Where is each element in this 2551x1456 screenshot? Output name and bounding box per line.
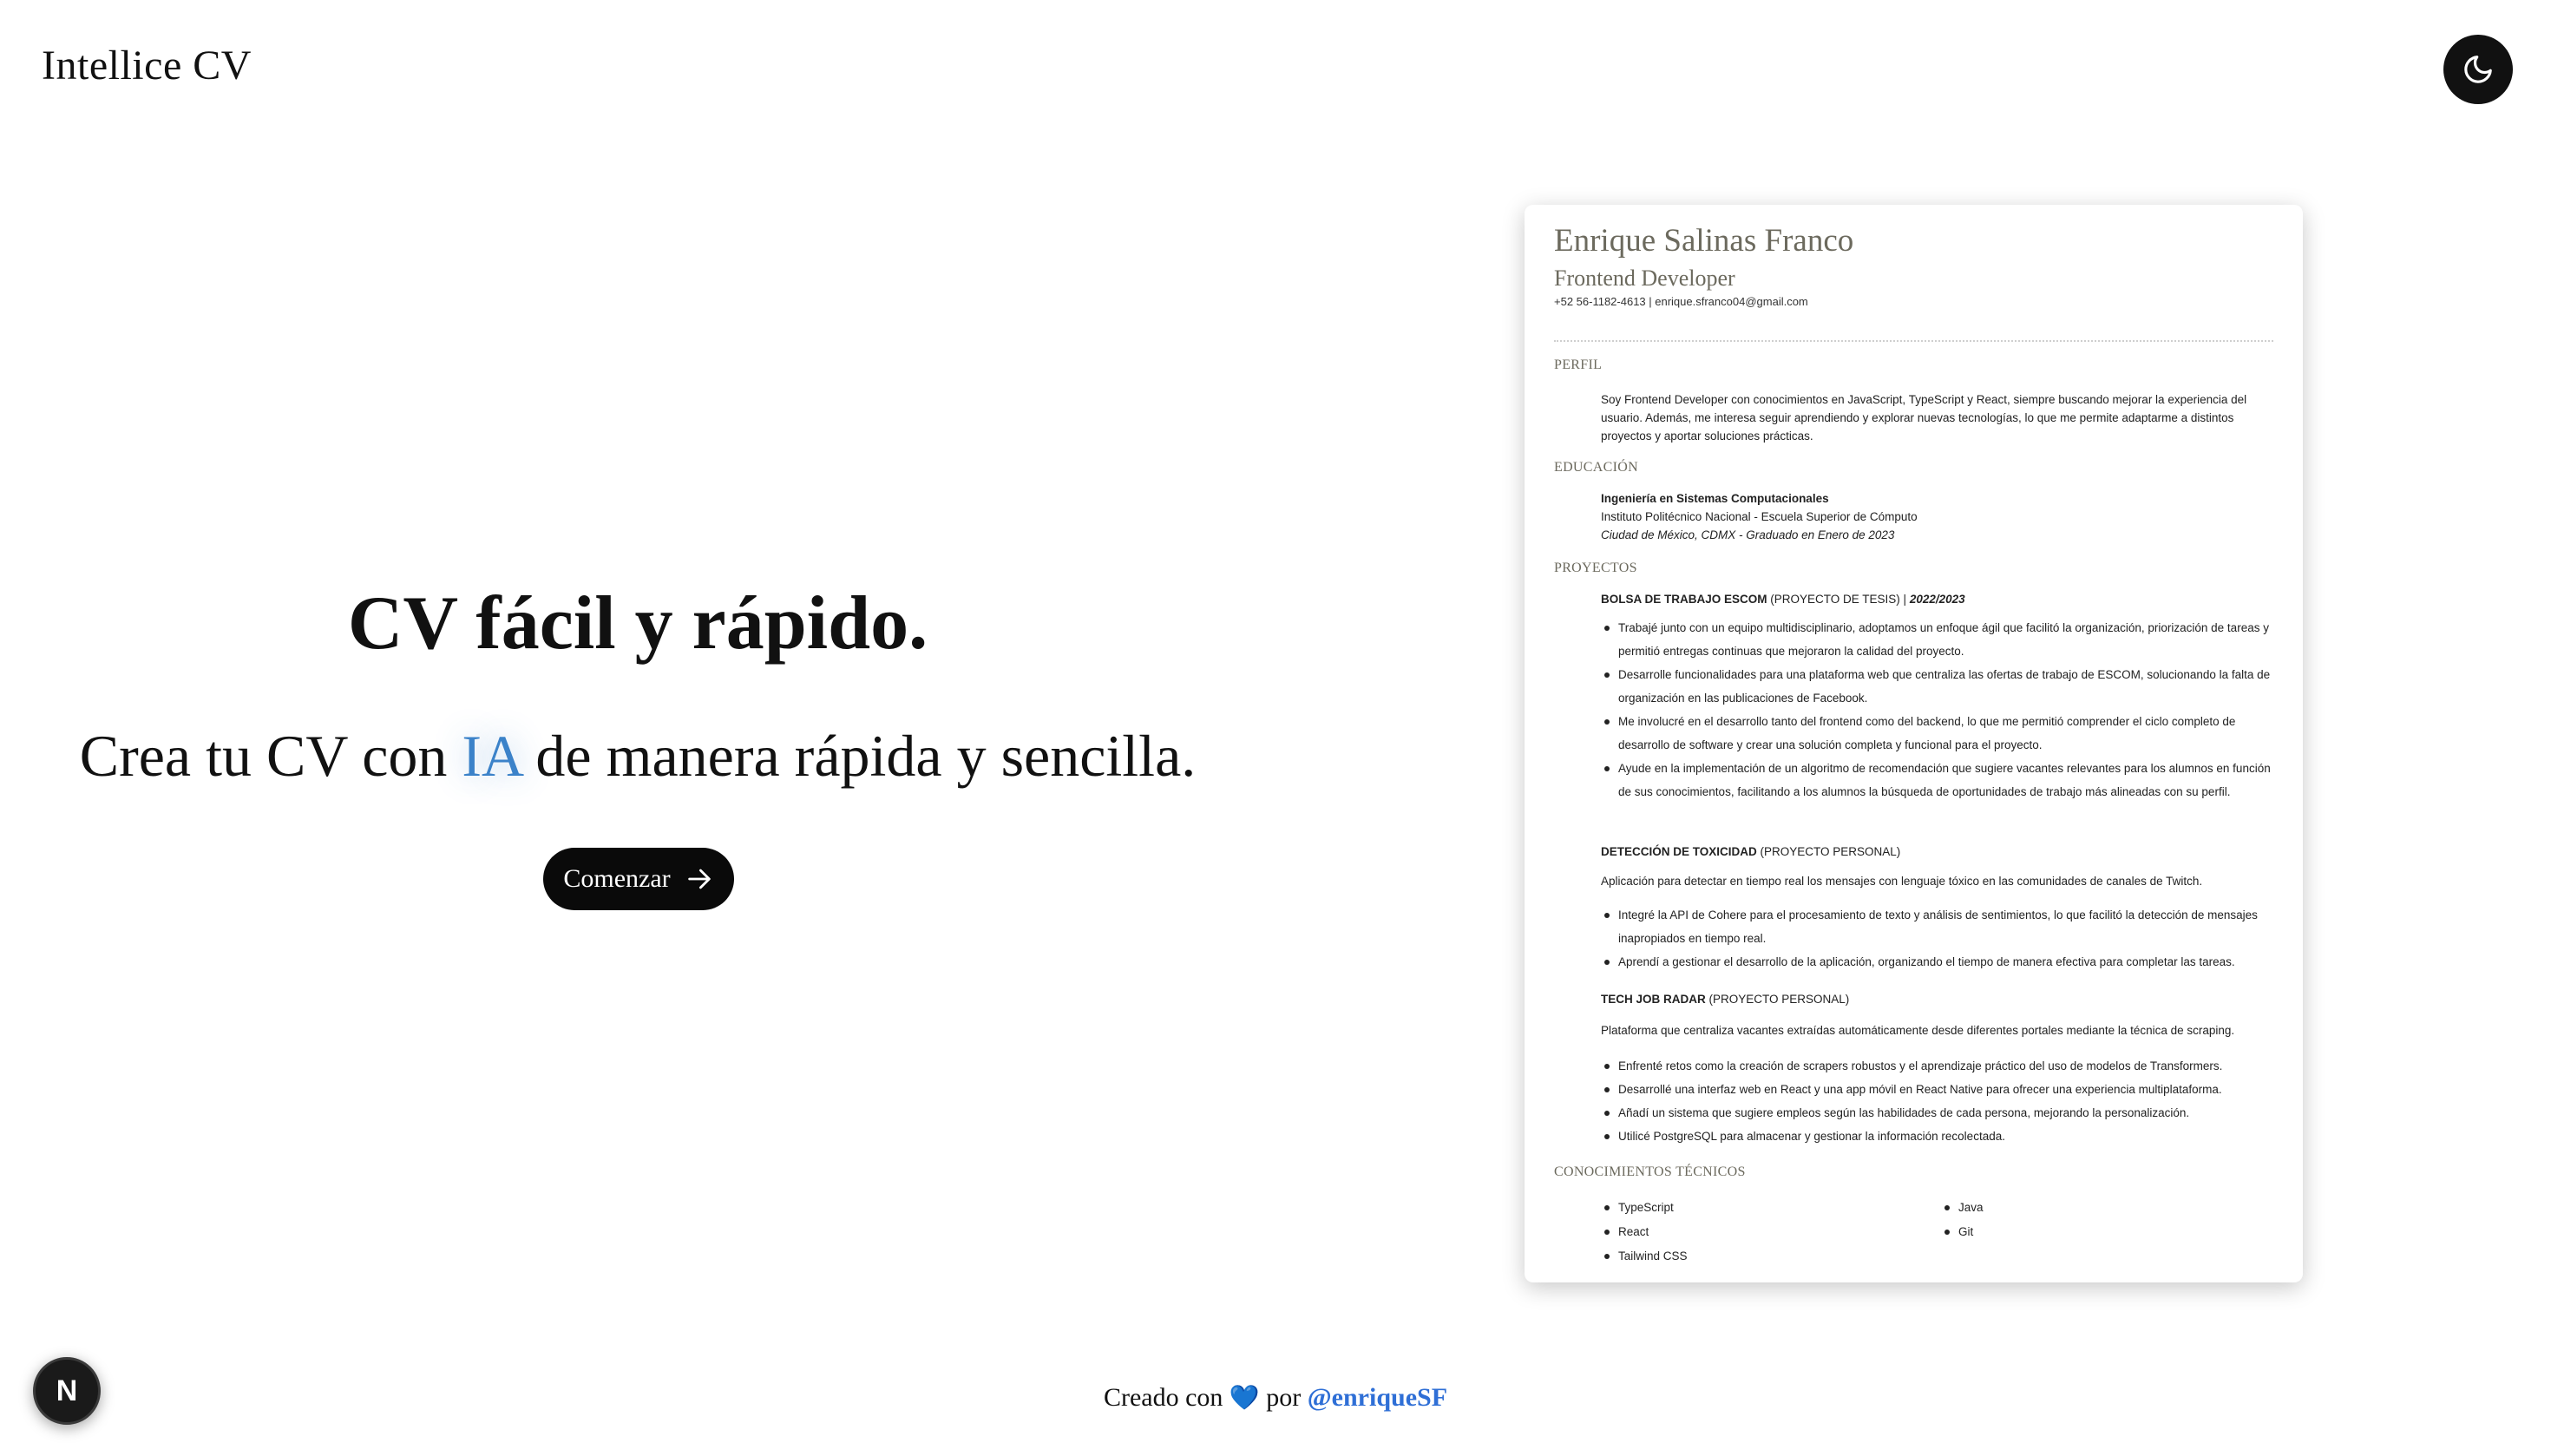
- hero-subtitle-highlight: IA: [462, 723, 521, 789]
- cv-project-bullets: Integré la API de Cohere para el procesa…: [1601, 903, 2277, 974]
- cv-skills-column-1: TypeScript React Tailwind CSS: [1601, 1196, 1688, 1269]
- cv-skills-column-2: Java Git: [1941, 1196, 1984, 1244]
- cv-section-proyectos: PROYECTOS: [1554, 561, 1637, 575]
- cv-project-bullets: Trabajé junto con un equipo multidiscipl…: [1601, 616, 2277, 803]
- cv-project-title: TECH JOB RADAR (PROYECTO PERSONAL): [1601, 993, 1850, 1006]
- cv-degree: Ingeniería en Sistemas Computacionales: [1601, 492, 1829, 505]
- cv-section-conocimientos: CONOCIMIENTOS TÉCNICOS: [1554, 1164, 1746, 1179]
- list-item: Tailwind CSS: [1601, 1244, 1688, 1269]
- footer-prefix: Creado con: [1103, 1383, 1230, 1412]
- list-item: Enfrenté retos como la creación de scrap…: [1601, 1054, 2277, 1078]
- hero-title: CV fácil y rápido.: [347, 581, 928, 666]
- cv-divider: [1554, 340, 2273, 342]
- footer-middle: por: [1259, 1383, 1308, 1412]
- brand-logo[interactable]: Intellice CV: [42, 42, 252, 89]
- start-button[interactable]: Comenzar: [543, 848, 734, 910]
- list-item: Desarrolle funcionalidades para una plat…: [1601, 663, 2277, 710]
- heart-icon: 💙: [1229, 1385, 1260, 1412]
- footer: Creado con 💙 por @enriqueSF: [0, 1383, 2551, 1413]
- cv-project-title: BOLSA DE TRABAJO ESCOM (PROYECTO DE TESI…: [1601, 593, 1965, 606]
- hero-subtitle: Crea tu CV con IA de manera rápida y sen…: [0, 722, 1276, 790]
- cv-project-description: Aplicación para detectar en tiempo real …: [1601, 875, 2203, 888]
- theme-toggle-button[interactable]: [2443, 35, 2513, 104]
- cv-name: Enrique Salinas Franco: [1554, 223, 1854, 259]
- list-item: Me involucré en el desarrollo tanto del …: [1601, 710, 2277, 757]
- list-item: Desarrollé una interfaz web en React y u…: [1601, 1078, 2277, 1101]
- hero-subtitle-start: Crea tu CV con: [79, 723, 462, 789]
- list-item: Integré la API de Cohere para el procesa…: [1601, 903, 2277, 950]
- start-button-label: Comenzar: [563, 864, 671, 893]
- cv-school: Instituto Politécnico Nacional - Escuela…: [1601, 510, 1918, 523]
- list-item: Trabajé junto con un equipo multidiscipl…: [1601, 616, 2277, 663]
- author-link[interactable]: @enriqueSF: [1308, 1383, 1447, 1412]
- cv-preview: Enrique Salinas Franco Frontend Develope…: [1525, 205, 2303, 1282]
- hero-subtitle-end: de manera rápida y sencilla.: [521, 723, 1197, 789]
- cv-contact: +52 56-1182-4613 | enrique.sfranco04@gma…: [1554, 295, 1808, 308]
- list-item: TypeScript: [1601, 1196, 1688, 1220]
- cv-section-perfil: PERFIL: [1554, 357, 1603, 372]
- list-item: Git: [1941, 1220, 1984, 1244]
- cv-project-bullets: Enfrenté retos como la creación de scrap…: [1601, 1054, 2277, 1148]
- cv-project-title: DETECCIÓN DE TOXICIDAD (PROYECTO PERSONA…: [1601, 845, 1901, 858]
- cv-education-details: Ciudad de México, CDMX - Graduado en Ene…: [1601, 528, 1895, 541]
- list-item: Aprendí a gestionar el desarrollo de la …: [1601, 950, 2277, 974]
- list-item: Ayude en la implementación de un algorit…: [1601, 757, 2277, 803]
- list-item: Añadí un sistema que sugiere empleos seg…: [1601, 1101, 2277, 1125]
- list-item: Utilicé PostgreSQL para almacenar y gest…: [1601, 1125, 2277, 1148]
- cv-section-educacion: EDUCACIÓN: [1554, 460, 1638, 475]
- moon-icon: [2464, 56, 2492, 83]
- arrow-right-icon: [687, 869, 711, 889]
- list-item: Java: [1941, 1196, 1984, 1220]
- list-item: React: [1601, 1220, 1688, 1244]
- cv-perfil-text: Soy Frontend Developer con conocimientos…: [1601, 393, 2247, 443]
- cv-role: Frontend Developer: [1554, 266, 1735, 291]
- cv-project-description: Plataforma que centraliza vacantes extra…: [1601, 1024, 2235, 1037]
